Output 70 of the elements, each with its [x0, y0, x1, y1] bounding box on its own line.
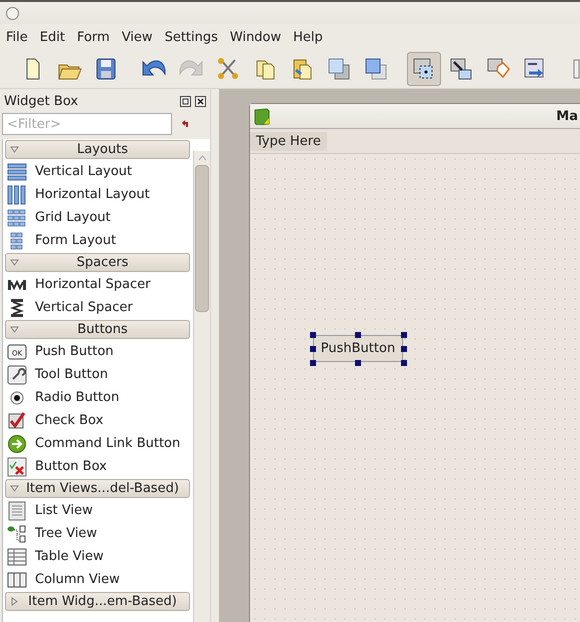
widget-list-item[interactable]: Push Button — [35, 344, 114, 359]
resize-handle[interactable] — [310, 360, 316, 366]
category-header[interactable]: Spacers — [5, 253, 190, 272]
widget-list-item[interactable]: Tree View — [35, 526, 98, 541]
button-box-icon — [7, 456, 27, 476]
widget-list-item[interactable]: Vertical Layout — [35, 164, 132, 179]
form-title: Ma — [556, 108, 578, 124]
filter-field[interactable]: <Filter> — [2, 113, 172, 135]
expand-arrow-icon[interactable] — [10, 325, 18, 334]
arrow-into-box-icon — [448, 56, 474, 82]
resize-handle[interactable] — [310, 346, 316, 352]
scrollbar-thumb[interactable] — [195, 165, 209, 312]
resize-handle[interactable] — [355, 332, 361, 338]
list-view-icon — [7, 500, 27, 520]
menu-item[interactable]: Help — [287, 30, 329, 44]
resize-handle[interactable] — [401, 332, 407, 338]
menu-item[interactable]: Edit — [34, 30, 71, 44]
scrollbar[interactable] — [193, 151, 210, 622]
grid-layout-icon — [7, 208, 27, 228]
tree-view-icon — [7, 524, 27, 544]
resize-handle[interactable] — [401, 360, 407, 366]
check-box-icon — [7, 410, 27, 430]
expand-arrow-icon[interactable] — [10, 484, 18, 493]
scissors-icon — [215, 56, 241, 82]
category-header[interactable]: Buttons — [5, 320, 190, 339]
widget-list-item[interactable]: Check Box — [35, 413, 104, 428]
widget-list-item[interactable]: Vertical Spacer — [35, 300, 133, 315]
clear-icon[interactable] — [180, 119, 190, 129]
close-icon[interactable] — [195, 96, 206, 106]
category-header[interactable]: Item Views...del-Based) — [5, 479, 190, 498]
menu-item[interactable]: View — [116, 30, 159, 44]
widget-list-item[interactable]: Command Link Button — [35, 436, 180, 451]
stacked-squares-icon — [363, 56, 389, 82]
widget-list-item[interactable]: Button Box — [35, 459, 107, 474]
float-icon[interactable] — [180, 96, 191, 106]
widget-list-item[interactable]: Form Layout — [35, 233, 116, 248]
widget-list-item[interactable]: Horizontal Layout — [35, 187, 150, 202]
widget-list-item[interactable]: Horizontal Spacer — [35, 277, 150, 292]
expand-arrow-icon[interactable] — [10, 597, 18, 606]
panel-title: Widget Box — [4, 94, 80, 108]
vertical-layout-icon — [7, 162, 27, 182]
resize-handle[interactable] — [310, 332, 316, 338]
category-header[interactable]: Layouts — [5, 140, 190, 159]
tool-button-icon — [7, 364, 27, 384]
menu-item[interactable]: Form — [70, 30, 116, 44]
logo-icon — [254, 108, 270, 124]
menu-item[interactable]: Window — [224, 30, 288, 44]
widget-list-item[interactable]: List View — [35, 503, 93, 518]
stacked-squares-icon — [326, 56, 352, 82]
menu-placeholder[interactable]: Type Here — [250, 132, 327, 150]
category-header[interactable]: Item Widg...em-Based) — [5, 592, 190, 611]
widget-list-item[interactable]: Tool Button — [35, 367, 108, 382]
push-button[interactable]: PushButton — [313, 335, 403, 362]
command-link-icon — [7, 434, 27, 454]
widget-list-item[interactable]: Table View — [35, 549, 104, 564]
menu-item[interactable]: File — [0, 30, 34, 44]
window-button-icon[interactable] — [6, 6, 19, 20]
widget-list-item[interactable]: Column View — [35, 572, 120, 587]
widget-list-item[interactable]: Radio Button — [35, 390, 120, 405]
resize-handle[interactable] — [401, 346, 407, 352]
column-view-icon — [7, 570, 27, 590]
horizontal-layout-icon — [7, 184, 27, 204]
tool-button[interactable] — [407, 52, 441, 86]
scroll-up-icon[interactable] — [198, 155, 206, 161]
menu-item[interactable]: Settings — [158, 30, 224, 44]
table-view-icon — [7, 546, 27, 566]
expand-arrow-icon[interactable] — [10, 258, 18, 267]
expand-arrow-icon[interactable] — [10, 145, 18, 154]
resize-handle[interactable] — [355, 360, 361, 366]
widget-list-item[interactable]: Grid Layout — [35, 210, 111, 225]
